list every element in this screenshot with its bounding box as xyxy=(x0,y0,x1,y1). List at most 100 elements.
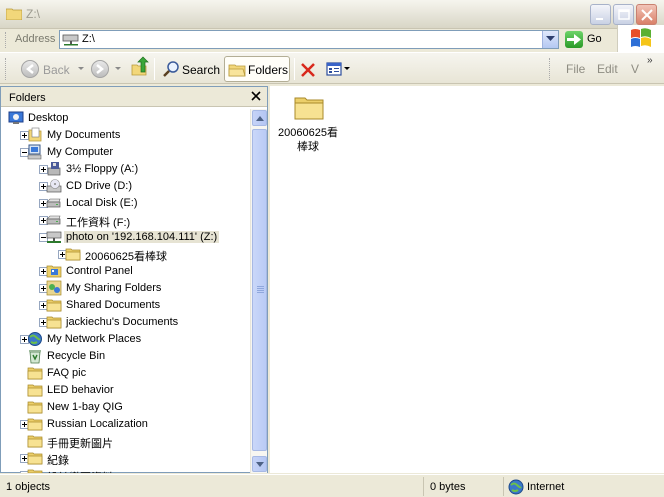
tree-item[interactable]: 工作資料 (F:) xyxy=(1,212,250,229)
network-drive-icon xyxy=(46,231,62,243)
toolbar-separator xyxy=(154,58,155,80)
minimize-button[interactable] xyxy=(590,4,611,25)
tree-item-label: 紀錄 xyxy=(47,455,69,467)
address-input[interactable]: Z:\ xyxy=(59,30,559,49)
back-arrow-icon xyxy=(21,60,39,78)
tree-item[interactable]: Shared Documents xyxy=(1,297,250,314)
forward-arrow-icon xyxy=(91,60,109,78)
tree-item-label: 20060625看棒球 xyxy=(85,251,167,263)
minimize-icon xyxy=(596,18,603,20)
folder-icon xyxy=(27,452,43,465)
tree-item[interactable]: 手冊更新圖片 xyxy=(1,433,250,450)
address-bar-grip[interactable] xyxy=(5,32,7,48)
file-item-name: 20060625看棒球 xyxy=(278,127,338,153)
tree-item[interactable]: Local Disk (E:) xyxy=(1,195,250,212)
network-places-icon xyxy=(28,332,42,346)
tree-item-label: New 1-bay QIG xyxy=(47,401,123,413)
file-item[interactable]: 20060625看棒球 xyxy=(276,94,340,164)
floppy-icon xyxy=(47,162,61,176)
title-bar[interactable]: Z:\ xyxy=(0,0,664,29)
scroll-down-button[interactable] xyxy=(252,456,267,472)
tree-item-label: jackiechu's Documents xyxy=(66,316,179,328)
delete-button[interactable] xyxy=(297,56,319,82)
tree-item-label: Control Panel xyxy=(66,265,133,277)
status-zone-cell: Internet xyxy=(503,477,664,496)
tree-item[interactable]: FAQ pic xyxy=(1,365,250,382)
my-computer-icon xyxy=(27,144,42,160)
folder-icon xyxy=(27,435,43,448)
tree-item-label: FAQ pic xyxy=(47,367,87,379)
folder-icon xyxy=(27,367,43,380)
forward-button[interactable] xyxy=(88,56,128,82)
search-button[interactable]: Search xyxy=(160,56,220,82)
file-list-pane[interactable]: 20060625看棒球 xyxy=(270,86,664,473)
tree-item[interactable]: Control Panel xyxy=(1,263,250,280)
tree-item[interactable]: My Documents xyxy=(1,127,250,144)
tree-item[interactable]: 設計變更資料 xyxy=(1,467,250,473)
back-dropdown-icon[interactable] xyxy=(78,67,84,70)
desktop-icon xyxy=(8,111,24,124)
tree-item-label: My Documents xyxy=(47,129,121,141)
tree-item-label: My Sharing Folders xyxy=(66,282,162,294)
folder-icon xyxy=(46,316,62,329)
close-button[interactable] xyxy=(636,4,657,25)
status-object-count: 1 objects xyxy=(6,481,51,493)
tree-item[interactable]: Russian Localization xyxy=(1,416,250,433)
folder-tree[interactable]: Desktop My Documents My Computer 3½ Floppy … xyxy=(1,109,250,473)
tree-item[interactable]: My Sharing Folders xyxy=(1,280,250,297)
maximize-icon xyxy=(618,9,630,20)
back-button[interactable]: Back xyxy=(18,56,84,82)
tree-item-label: 手冊更新圖片 xyxy=(47,438,113,450)
tree-item[interactable]: CD Drive (D:) xyxy=(1,178,250,195)
tree-item[interactable]: My Network Places xyxy=(1,331,250,348)
folders-pane-title: Folders xyxy=(9,92,46,104)
tree-item-label: CD Drive (D:) xyxy=(66,180,132,192)
close-icon[interactable] xyxy=(249,89,263,103)
address-dropdown-button[interactable] xyxy=(542,31,558,48)
address-value: Z:\ xyxy=(82,33,95,45)
tree-item[interactable]: Recycle Bin xyxy=(1,348,250,365)
search-icon xyxy=(163,61,179,77)
folders-icon xyxy=(228,64,246,77)
tree-item[interactable]: LED behavior xyxy=(1,382,250,399)
menu-edit[interactable]: Edit xyxy=(597,62,618,76)
tree-item[interactable]: 紀錄 xyxy=(1,450,250,467)
maximize-button[interactable] xyxy=(613,4,634,25)
address-label: Address xyxy=(15,33,56,45)
views-button[interactable] xyxy=(324,56,352,82)
folders-pane-header: Folders xyxy=(1,87,267,107)
tree-item-label: LED behavior xyxy=(47,384,114,396)
window-title: Z:\ xyxy=(26,7,40,21)
network-drive-icon xyxy=(62,34,79,46)
tree-item[interactable]: New 1-bay QIG xyxy=(1,399,250,416)
go-button[interactable]: Go xyxy=(565,30,610,49)
menu-view[interactable]: V xyxy=(631,62,639,76)
tree-item[interactable]: 3½ Floppy (A:) xyxy=(1,161,250,178)
scroll-thumb[interactable] xyxy=(252,129,267,451)
tree-item[interactable]: photo on '192.168.104.111' (Z:) xyxy=(1,229,250,246)
folder-icon xyxy=(27,418,43,431)
tree-item[interactable]: Desktop xyxy=(1,110,250,127)
tree-item-label: Desktop xyxy=(28,112,69,124)
folders-button[interactable]: Folders xyxy=(224,56,290,82)
tree-scrollbar[interactable] xyxy=(250,109,267,473)
close-icon xyxy=(641,9,653,21)
cd-drive-icon xyxy=(46,179,62,193)
menu-bar-grip[interactable] xyxy=(549,58,551,80)
chevron-more-icon[interactable]: » xyxy=(647,55,653,66)
chevron-up-icon xyxy=(256,116,264,121)
tree-item[interactable]: jackiechu's Documents xyxy=(1,314,250,331)
folder-icon xyxy=(6,8,22,20)
search-label: Search xyxy=(182,63,221,77)
folder-icon xyxy=(46,299,62,312)
menu-file[interactable]: File xyxy=(566,62,585,76)
tree-item[interactable]: My Computer xyxy=(1,144,250,161)
tree-item-label: Russian Localization xyxy=(47,418,148,430)
up-folder-button[interactable] xyxy=(130,56,150,82)
toolbar-grip[interactable] xyxy=(5,58,7,80)
address-bar: Address Z:\ Go xyxy=(0,29,664,51)
forward-dropdown-icon[interactable] xyxy=(115,67,121,70)
windows-logo xyxy=(617,25,664,52)
tree-item[interactable]: 20060625看棒球 xyxy=(1,246,250,263)
scroll-up-button[interactable] xyxy=(252,110,267,126)
